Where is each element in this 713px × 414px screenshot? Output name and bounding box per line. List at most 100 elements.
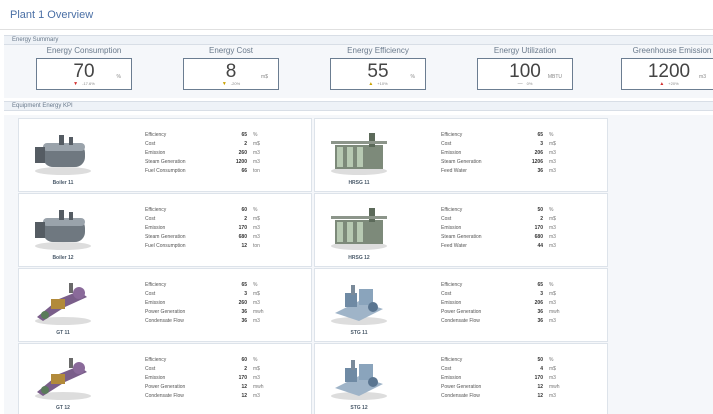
equipment-name: HRSG 11 bbox=[348, 180, 370, 186]
kpi-value-box: 55 % ▲ +10% bbox=[330, 58, 426, 90]
metrics-table: Efficiency 60% Cost 2 m$ Emission 170 m3 Powe… bbox=[145, 355, 315, 401]
metric-row: Efficiency 50% bbox=[441, 206, 554, 213]
trend-arrow-icon: ▲ bbox=[368, 81, 374, 87]
metric-row: Condensate Flow 36 m3 bbox=[145, 318, 260, 325]
metric-row: Steam Generation 1200 m3 bbox=[145, 159, 260, 166]
metric-row: Steam Generation 680 m3 bbox=[145, 234, 260, 241]
metrics-table: Efficiency 65% Cost 3 m$ Emission 206 m3 Powe… bbox=[441, 280, 611, 326]
metric-row: Fuel Consumption 12 ton bbox=[145, 243, 260, 250]
metric-row: Fuel Consumption 66 ton bbox=[145, 168, 260, 175]
metrics-table: Efficiency 50% Cost 2 m$ Emission 170 m3 Stea… bbox=[441, 205, 611, 251]
equipment-card-boiler-12[interactable]: Boiler 12 Efficiency 60% Cost 2 m$ Emission… bbox=[18, 193, 312, 267]
trend-arrow-icon: ▲ bbox=[659, 81, 665, 87]
kpi-unit: m$ bbox=[261, 74, 268, 80]
kpi-greenhouse-emission[interactable]: Greenhouse Emission 1200 m3 ▲ +20% bbox=[602, 46, 713, 90]
metric-row: Feed Water 44 m3 bbox=[441, 243, 556, 250]
trend-text: -20% bbox=[230, 81, 241, 86]
gas-turbine-icon bbox=[35, 283, 91, 325]
metric-row: Cost 2 m$ bbox=[145, 215, 260, 222]
equipment-card-stg-11[interactable]: STG 11 Efficiency 65% Cost 3 m$ Emission 206… bbox=[314, 268, 608, 342]
kpi-title: Greenhouse Emission bbox=[632, 46, 712, 55]
kpi-unit: % bbox=[116, 74, 121, 80]
equipment-name: GT 11 bbox=[56, 330, 70, 336]
equipment-name: Boiler 11 bbox=[52, 180, 74, 186]
equipment-card-boiler-11[interactable]: Boiler 11 Efficiency 65% Cost 2 m$ Emission… bbox=[18, 118, 312, 192]
equipment-kpi-header: Equipment Energy KPI bbox=[4, 101, 713, 111]
metric-row: Power Generation 12 mwh bbox=[441, 384, 560, 391]
metric-row: Feed Water 36 m3 bbox=[441, 168, 556, 175]
metric-row: Cost 2 m$ bbox=[145, 365, 260, 372]
kpi-title: Energy Utilization bbox=[493, 46, 557, 55]
kpi-energy-utilization[interactable]: Energy Utilization 100 MBTU —0% bbox=[455, 46, 595, 90]
equipment-card-gt-11[interactable]: GT 11 Efficiency 65% Cost 3 m$ Emission 260 m… bbox=[18, 268, 312, 342]
metric-row: Condensate Flow 12 m3 bbox=[441, 393, 556, 400]
metric-row: Emission 170 m3 bbox=[441, 374, 556, 381]
kpi-value-box: 70 % ▼ -17.6% bbox=[36, 58, 132, 90]
kpi-unit: m3 bbox=[699, 74, 706, 80]
kpi-value-box: 8 m$ ▼ -20% bbox=[183, 58, 279, 90]
kpi-trend: ▼ -20% bbox=[184, 81, 278, 87]
kpi-title: Energy Consumption bbox=[46, 46, 122, 55]
metric-row: Efficiency 50% bbox=[441, 356, 554, 363]
hrsg-icon bbox=[331, 133, 387, 175]
trend-text: 0% bbox=[526, 81, 533, 86]
kpi-title: Energy Efficiency bbox=[347, 46, 409, 55]
metric-row: Efficiency 65% bbox=[441, 131, 554, 138]
equipment-grid: Boiler 11 Efficiency 65% Cost 2 m$ Emission… bbox=[4, 115, 713, 414]
metric-row: Emission 170 m3 bbox=[145, 224, 260, 231]
metric-row: Power Generation 36 mwh bbox=[145, 309, 264, 316]
metric-row: Emission 170 m3 bbox=[441, 224, 556, 231]
metric-row: Power Generation 12 mwh bbox=[145, 384, 264, 391]
metrics-table: Efficiency 50% Cost 4 m$ Emission 170 m3 Powe… bbox=[441, 355, 611, 401]
kpi-trend: ▲ +10% bbox=[331, 81, 425, 87]
kpi-title: Energy Cost bbox=[208, 46, 254, 55]
page-title: Plant 1 Overview bbox=[10, 9, 94, 21]
metric-row: Efficiency 60% bbox=[145, 206, 258, 213]
metric-row: Cost 3 m$ bbox=[441, 140, 556, 147]
trend-flat-icon: — bbox=[517, 81, 523, 87]
equipment-name: GT 12 bbox=[56, 405, 70, 411]
trend-text: +10% bbox=[377, 81, 388, 86]
hrsg-icon bbox=[331, 208, 387, 250]
metric-row: Steam Generation 680 m3 bbox=[441, 234, 556, 241]
kpi-energy-efficiency[interactable]: Energy Efficiency 55 % ▲ +10% bbox=[308, 46, 448, 90]
metric-row: Emission 206 m3 bbox=[441, 299, 556, 306]
metric-row: Emission 206 m3 bbox=[441, 149, 556, 156]
metric-row: Cost 3 m$ bbox=[145, 290, 260, 297]
energy-summary-panel: Energy Consumption 70 % ▼ -17.6% Energy C… bbox=[4, 45, 713, 98]
metric-row: Efficiency 60% bbox=[145, 356, 258, 363]
kpi-trend: ▼ -17.6% bbox=[37, 81, 131, 87]
trend-arrow-icon: ▼ bbox=[221, 81, 227, 87]
equipment-card-stg-12[interactable]: STG 12 Efficiency 50% Cost 4 m$ Emission 170… bbox=[314, 343, 608, 414]
energy-summary-header: Energy Summary bbox=[4, 35, 713, 45]
trend-arrow-icon: ▼ bbox=[73, 81, 79, 87]
kpi-energy-consumption[interactable]: Energy Consumption 70 % ▼ -17.6% bbox=[14, 46, 154, 90]
equipment-card-hrsg-11[interactable]: HRSG 11 Efficiency 65% Cost 3 m$ Emission 20… bbox=[314, 118, 608, 192]
metric-row: Cost 3 m$ bbox=[441, 290, 556, 297]
kpi-energy-cost[interactable]: Energy Cost 8 m$ ▼ -20% bbox=[161, 46, 301, 90]
metric-row: Emission 260 m3 bbox=[145, 149, 260, 156]
steam-turbine-icon bbox=[331, 285, 387, 325]
metric-row: Emission 260 m3 bbox=[145, 299, 260, 306]
kpi-value-box: 1200 m3 ▲ +20% bbox=[621, 58, 713, 90]
trend-text: +20% bbox=[668, 81, 679, 86]
steam-turbine-icon bbox=[331, 360, 387, 400]
kpi-trend: ▲ +20% bbox=[622, 81, 713, 87]
metrics-table: Efficiency 65% Cost 3 m$ Emission 206 m3 Stea… bbox=[441, 130, 611, 176]
metric-row: Cost 4 m$ bbox=[441, 365, 556, 372]
equipment-name: STG 12 bbox=[350, 405, 368, 411]
equipment-card-gt-12[interactable]: GT 12 Efficiency 60% Cost 2 m$ Emission 170 m… bbox=[18, 343, 312, 414]
kpi-unit: MBTU bbox=[547, 74, 562, 80]
equipment-card-hrsg-12[interactable]: HRSG 12 Efficiency 50% Cost 2 m$ Emission 17… bbox=[314, 193, 608, 267]
page-header: Plant 1 Overview bbox=[0, 0, 713, 30]
metric-row: Condensate Flow 12 m3 bbox=[145, 393, 260, 400]
metrics-table: Efficiency 60% Cost 2 m$ Emission 170 m3 Stea… bbox=[145, 205, 315, 251]
metric-row: Steam Generation 1206 m3 bbox=[441, 159, 556, 166]
metric-row: Power Generation 36 mwh bbox=[441, 309, 560, 316]
kpi-value-box: 100 MBTU —0% bbox=[477, 58, 573, 90]
metrics-table: Efficiency 65% Cost 3 m$ Emission 260 m3 Powe… bbox=[145, 280, 315, 326]
metrics-table: Efficiency 65% Cost 2 m$ Emission 260 m3 Stea… bbox=[145, 130, 315, 176]
metric-row: Efficiency 65% bbox=[441, 281, 554, 288]
boiler-icon bbox=[35, 210, 91, 250]
metric-row: Cost 2 m$ bbox=[145, 140, 260, 147]
